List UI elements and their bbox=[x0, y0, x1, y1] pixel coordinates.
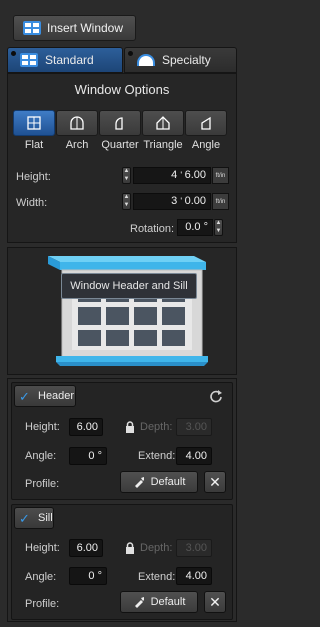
window-preview-illustration bbox=[48, 256, 208, 366]
width-label: Width: bbox=[16, 197, 48, 209]
sill-depth-input: 3.00 bbox=[176, 539, 212, 557]
window-icon bbox=[20, 53, 38, 67]
width-feet: 3 bbox=[171, 195, 178, 207]
header-toggle[interactable]: ✓ Header bbox=[14, 385, 76, 407]
sill-profile-button-label: Default bbox=[150, 596, 186, 608]
header-angle-input[interactable]: 0 ° bbox=[69, 447, 107, 465]
tab-indicator bbox=[128, 51, 133, 56]
flat-window-icon bbox=[27, 116, 41, 130]
header-profile-clear-button[interactable]: ✕ bbox=[204, 471, 226, 493]
shape-quarter-button[interactable] bbox=[99, 110, 141, 136]
shape-quarter-label: Quarter bbox=[101, 139, 139, 151]
width-input[interactable]: 3 ' 0.00 bbox=[133, 193, 211, 210]
shape-triangle-button[interactable] bbox=[142, 110, 184, 136]
sill-angle-label: Angle: bbox=[25, 571, 57, 583]
quarter-icon bbox=[115, 117, 123, 130]
sill-profile-clear-button[interactable]: ✕ bbox=[204, 591, 226, 613]
height-feet: 4 bbox=[171, 169, 178, 181]
width-inches: 0.00 bbox=[184, 195, 206, 207]
header-profile-default-button[interactable]: Default bbox=[120, 471, 198, 493]
paint-brush-icon bbox=[134, 597, 144, 608]
shape-flat-button[interactable] bbox=[13, 110, 55, 136]
height-unit-button[interactable]: ft/in bbox=[212, 167, 229, 184]
header-height-label: Height: bbox=[25, 421, 60, 433]
arch-icon bbox=[70, 116, 84, 130]
header-depth-input: 3.00 bbox=[176, 418, 212, 436]
window-preview bbox=[7, 247, 237, 375]
height-stepper[interactable]: ▲ ▼ bbox=[122, 167, 131, 184]
header-profile-label: Profile: bbox=[25, 478, 60, 490]
sill-profile-default-button[interactable]: Default bbox=[120, 591, 198, 613]
lock-icon[interactable] bbox=[125, 421, 135, 433]
tab-standard[interactable]: Standard bbox=[7, 47, 123, 73]
sill-depth-label: Depth: bbox=[140, 542, 173, 554]
insert-window-label: Insert Window bbox=[47, 21, 124, 35]
checkmark-icon: ✓ bbox=[19, 510, 30, 526]
angle-icon bbox=[201, 116, 211, 130]
close-icon: ✕ bbox=[209, 473, 221, 490]
height-label: Height: bbox=[16, 171, 51, 183]
sill-extend-input[interactable]: 4.00 bbox=[176, 567, 212, 585]
preview-tooltip: Window Header and Sill bbox=[61, 273, 197, 299]
header-depth-label: Depth: bbox=[140, 421, 173, 433]
sill-height-input[interactable]: 6.00 bbox=[69, 539, 103, 557]
reset-icon[interactable] bbox=[209, 389, 223, 403]
width-stepper[interactable]: ▲ ▼ bbox=[122, 193, 131, 210]
window-options-panel bbox=[7, 73, 237, 243]
rotation-input[interactable]: 0.0 ° bbox=[177, 219, 213, 236]
height-input[interactable]: 4 ' 6.00 bbox=[133, 167, 211, 184]
rotation-stepper[interactable]: ▲ ▼ bbox=[214, 219, 223, 236]
shape-triangle-label: Triangle bbox=[143, 139, 183, 151]
checkmark-icon: ✓ bbox=[19, 388, 30, 404]
lock-icon[interactable] bbox=[125, 542, 135, 554]
tab-specialty[interactable]: Specialty bbox=[124, 47, 237, 73]
window-options-title: Window Options bbox=[74, 82, 170, 97]
sill-height-label: Height: bbox=[25, 542, 60, 554]
header-extend-label: Extend: bbox=[138, 450, 176, 462]
shape-arch-button[interactable] bbox=[56, 110, 98, 136]
rotation-label: Rotation: bbox=[130, 223, 175, 235]
arch-window-icon bbox=[137, 54, 155, 66]
height-inches: 6.00 bbox=[184, 169, 206, 181]
width-unit-button[interactable]: ft/in bbox=[212, 193, 229, 210]
sill-label: Sill bbox=[38, 512, 53, 524]
shape-arch-label: Arch bbox=[65, 139, 89, 151]
close-icon: ✕ bbox=[209, 593, 221, 610]
shape-angle-button[interactable] bbox=[185, 110, 227, 136]
triangle-icon bbox=[156, 116, 170, 130]
header-extend-input[interactable]: 4.00 bbox=[176, 447, 212, 465]
paint-brush-icon bbox=[134, 477, 144, 488]
sill-toggle[interactable]: ✓ Sill bbox=[14, 507, 54, 529]
tab-indicator bbox=[11, 51, 16, 56]
sill-angle-input[interactable]: 0 ° bbox=[69, 567, 107, 585]
window-icon bbox=[23, 21, 41, 35]
header-angle-label: Angle: bbox=[25, 450, 57, 462]
insert-window-button[interactable]: Insert Window bbox=[13, 15, 136, 41]
header-label: Header bbox=[38, 390, 75, 402]
tab-specialty-label: Specialty bbox=[162, 53, 211, 67]
shape-flat-label: Flat bbox=[24, 139, 44, 151]
tab-standard-label: Standard bbox=[45, 53, 94, 67]
header-profile-button-label: Default bbox=[150, 476, 186, 488]
header-height-input[interactable]: 6.00 bbox=[69, 418, 103, 436]
sill-extend-label: Extend: bbox=[138, 571, 176, 583]
sill-profile-label: Profile: bbox=[25, 598, 60, 610]
shape-angle-label: Angle bbox=[191, 139, 221, 151]
